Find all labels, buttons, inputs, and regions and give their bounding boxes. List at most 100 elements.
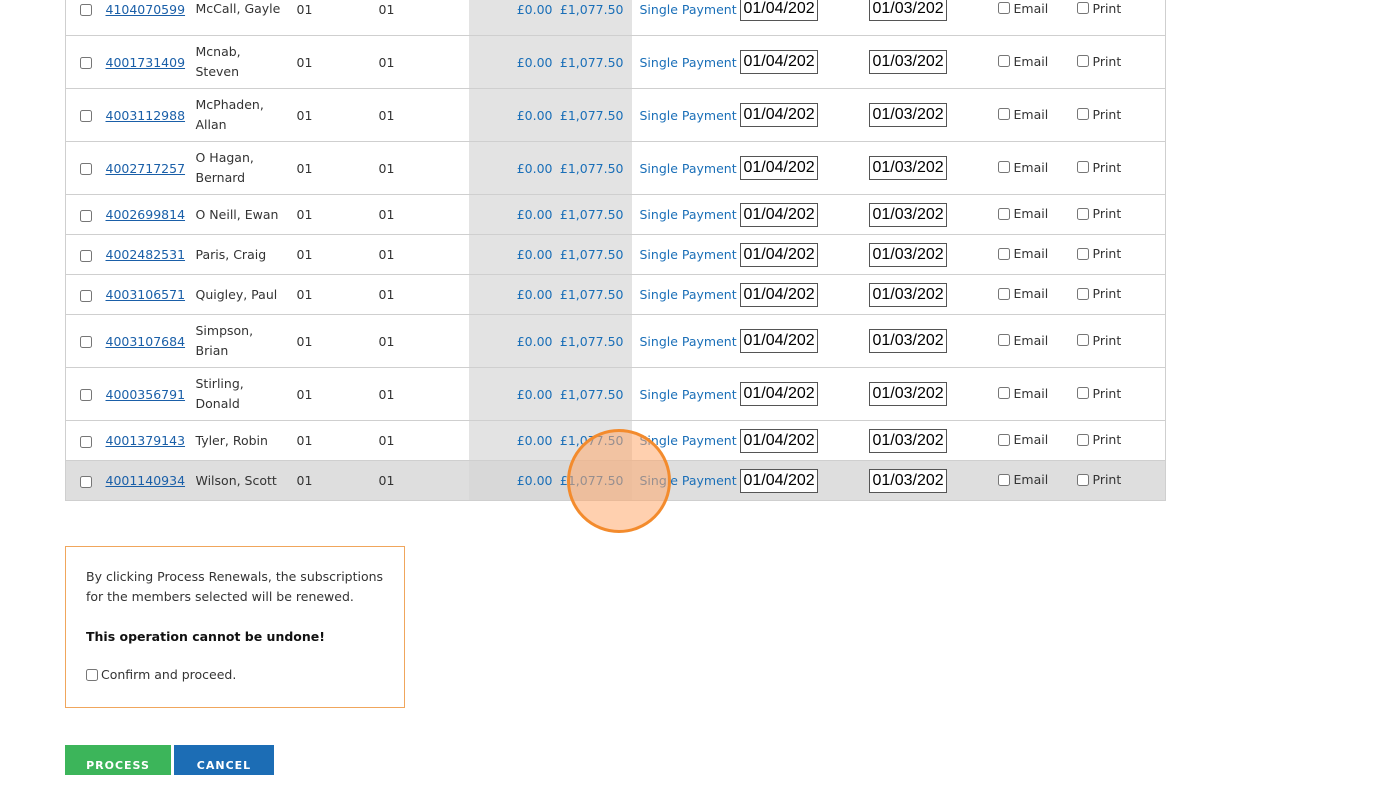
print-option[interactable]: Print xyxy=(1076,386,1121,401)
print-checkbox[interactable] xyxy=(1076,2,1089,15)
print-checkbox[interactable] xyxy=(1076,387,1089,400)
print-checkbox[interactable] xyxy=(1076,433,1089,446)
confirm-option[interactable]: Confirm and proceed. xyxy=(86,665,384,685)
end-date-input[interactable] xyxy=(868,202,947,227)
print-option[interactable]: Print xyxy=(1076,432,1121,447)
email-option[interactable]: Email xyxy=(997,432,1048,447)
start-date-input[interactable] xyxy=(739,242,818,267)
email-checkbox[interactable] xyxy=(997,207,1010,220)
email-option[interactable]: Email xyxy=(997,472,1048,487)
email-option[interactable]: Email xyxy=(997,1,1048,16)
email-option[interactable]: Email xyxy=(997,286,1049,302)
print-option[interactable]: Print xyxy=(1076,286,1121,301)
table-row: 4002699814 O Neill, Ewan 01 01 £0.00 £1,… xyxy=(65,194,1166,235)
row-select-checkbox[interactable] xyxy=(79,110,92,122)
member-number-link[interactable]: 4003112988 xyxy=(106,108,186,123)
member-number-link[interactable]: 4003106571 xyxy=(106,287,186,302)
member-number-link[interactable]: 4001379143 xyxy=(106,433,186,448)
email-checkbox[interactable] xyxy=(997,2,1010,15)
end-date-input[interactable] xyxy=(868,468,947,493)
print-option[interactable]: Print xyxy=(1076,333,1121,348)
end-date-input[interactable] xyxy=(868,0,947,21)
member-number-link[interactable]: 4001731409 xyxy=(106,55,186,70)
row-select-checkbox[interactable] xyxy=(79,435,92,448)
print-checkbox[interactable] xyxy=(1076,473,1089,486)
row-select-checkbox[interactable] xyxy=(79,389,92,401)
member-number-link[interactable]: 4104070599 xyxy=(106,2,186,17)
print-option[interactable]: Print xyxy=(1076,472,1121,487)
email-option[interactable]: Email xyxy=(997,206,1048,221)
print-checkbox[interactable] xyxy=(1076,334,1089,347)
total-amount: £1,077.50 xyxy=(559,287,624,302)
row-select-checkbox[interactable] xyxy=(79,4,92,16)
email-option[interactable]: Email xyxy=(997,160,1048,175)
row-select-checkbox[interactable] xyxy=(79,209,92,222)
print-option[interactable]: Print xyxy=(1076,246,1121,261)
confirm-checkbox[interactable] xyxy=(86,669,98,681)
end-date-input[interactable] xyxy=(868,428,947,453)
member-number-link[interactable]: 4002699814 xyxy=(106,207,186,222)
print-option[interactable]: Print xyxy=(1076,160,1121,175)
start-date-input[interactable] xyxy=(739,428,818,453)
member-number-link[interactable]: 4000356791 xyxy=(106,387,186,402)
start-date-input[interactable] xyxy=(739,468,818,493)
email-checkbox[interactable] xyxy=(997,433,1010,446)
row-select-checkbox[interactable] xyxy=(79,289,92,302)
member-number-link[interactable]: 4002717257 xyxy=(106,161,186,176)
print-checkbox[interactable] xyxy=(1076,247,1089,260)
start-date-input[interactable] xyxy=(739,156,818,180)
start-date-input[interactable] xyxy=(739,103,818,127)
amount-gap-cell xyxy=(468,35,506,89)
email-checkbox[interactable] xyxy=(997,387,1010,400)
print-checkbox[interactable] xyxy=(1076,287,1089,300)
end-date-input[interactable] xyxy=(868,329,947,353)
process-button[interactable]: PROCESS xyxy=(65,745,171,775)
email-option[interactable]: Email xyxy=(997,107,1048,122)
email-label: Email xyxy=(1013,286,1049,302)
print-option[interactable]: Print xyxy=(1076,107,1121,122)
start-date-input[interactable] xyxy=(739,329,818,353)
row-select-checkbox[interactable] xyxy=(79,249,92,262)
end-date-input[interactable] xyxy=(868,156,947,180)
email-checkbox[interactable] xyxy=(997,161,1010,174)
email-option[interactable]: Email xyxy=(997,246,1048,261)
print-checkbox[interactable] xyxy=(1076,108,1089,121)
cancel-button[interactable]: CANCEL xyxy=(174,745,274,775)
end-date-input[interactable] xyxy=(868,103,947,127)
start-date-input[interactable] xyxy=(739,282,818,307)
email-checkbox[interactable] xyxy=(997,473,1010,486)
end-date-input[interactable] xyxy=(868,382,947,406)
member-number-link[interactable]: 4001140934 xyxy=(106,473,186,488)
email-option[interactable]: Email xyxy=(997,54,1048,69)
end-date-input[interactable] xyxy=(868,282,947,307)
amount-gap-cell xyxy=(468,314,506,368)
start-date-input[interactable] xyxy=(739,202,818,227)
amount-gap-cell xyxy=(468,234,506,275)
print-checkbox[interactable] xyxy=(1076,161,1089,174)
start-date-input[interactable] xyxy=(739,0,818,21)
col-b-cell: 01 xyxy=(378,141,469,195)
member-number-link[interactable]: 4003107684 xyxy=(106,334,186,349)
email-checkbox[interactable] xyxy=(997,334,1010,347)
start-date-input[interactable] xyxy=(739,382,818,406)
email-checkbox[interactable] xyxy=(997,55,1010,68)
email-option[interactable]: Email xyxy=(997,333,1048,348)
start-date-input[interactable] xyxy=(739,50,818,74)
end-date-input[interactable] xyxy=(868,50,947,74)
email-checkbox[interactable] xyxy=(997,287,1010,300)
end-date-input[interactable] xyxy=(868,242,947,267)
email-option[interactable]: Email xyxy=(997,386,1048,401)
row-select-checkbox[interactable] xyxy=(79,163,92,175)
print-option[interactable]: Print xyxy=(1076,54,1121,69)
email-checkbox[interactable] xyxy=(997,108,1010,121)
print-checkbox[interactable] xyxy=(1076,55,1089,68)
row-select-checkbox[interactable] xyxy=(79,336,92,348)
row-select-checkbox[interactable] xyxy=(79,475,92,488)
member-name: Mcnab, Steven xyxy=(195,44,241,79)
print-checkbox[interactable] xyxy=(1076,207,1089,220)
print-option[interactable]: Print xyxy=(1076,206,1121,221)
email-checkbox[interactable] xyxy=(997,247,1010,260)
print-option[interactable]: Print xyxy=(1076,1,1121,16)
row-select-checkbox[interactable] xyxy=(79,57,92,69)
member-number-link[interactable]: 4002482531 xyxy=(106,247,186,262)
